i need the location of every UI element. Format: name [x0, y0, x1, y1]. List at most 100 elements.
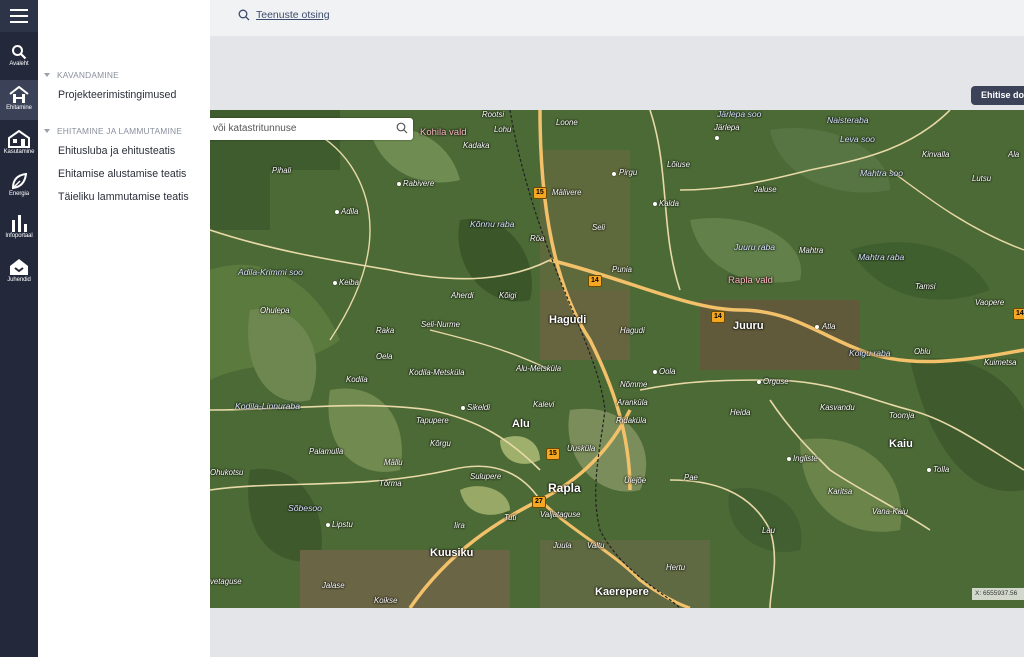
search-icon: [238, 9, 250, 21]
place-label: Nõmme: [620, 380, 648, 389]
place-label: Hertu: [666, 563, 686, 572]
place-label: Atla: [822, 322, 836, 331]
place-label: Palamulla: [309, 447, 344, 456]
village-marker: [653, 202, 657, 206]
link-projekteerimistingimused[interactable]: Projekteerimistingimused: [58, 89, 176, 101]
link-alustamise-teatis[interactable]: Ehitamise alustamise teatis: [58, 168, 186, 180]
rail-item-energia[interactable]: Energia: [0, 166, 38, 206]
caret-down-icon: [44, 129, 50, 133]
link-lammutamise-teatis[interactable]: Täieliku lammutamise teatis: [58, 191, 189, 203]
village-marker: [397, 182, 401, 186]
place-label: Aranküla: [617, 398, 648, 407]
town-label: Kaiu: [889, 438, 913, 450]
search-icon: [12, 45, 27, 60]
ehitise-button[interactable]: Ehitise do: [971, 86, 1024, 105]
place-label: vetaguse: [210, 577, 242, 586]
village-marker: [335, 210, 339, 214]
place-label: Kuimetsa: [984, 358, 1017, 367]
village-marker: [653, 370, 657, 374]
place-label: Lau: [762, 526, 776, 535]
place-label: Ohulepa: [260, 306, 290, 315]
place-label: Kolgu raba: [849, 348, 891, 358]
menu-icon: [10, 9, 28, 23]
village-marker: [333, 281, 337, 285]
caret-down-icon: [44, 73, 50, 77]
section-kavandamine[interactable]: KAVANDAMINE: [44, 70, 119, 80]
road-shield-15: 15: [533, 187, 547, 199]
place-label: Keiba: [339, 278, 359, 287]
service-search-label: Teenuste otsing: [256, 9, 330, 21]
place-label: Kinvalla: [922, 150, 950, 159]
village-marker: [612, 172, 616, 176]
place-label: Tuti: [504, 513, 517, 522]
coordinate-readout: X: 6555937.56: [972, 588, 1024, 600]
place-label: Lutsu: [972, 174, 992, 183]
place-label: Seli-Nurme: [421, 320, 460, 329]
rail-item-infoportaal[interactable]: Infoportaal: [0, 208, 38, 248]
village-marker: [326, 523, 330, 527]
place-label: Toomja: [889, 411, 915, 420]
road-shield-14: 14: [588, 275, 602, 287]
town-label: Hagudi: [549, 314, 587, 326]
cadastral-search-placeholder: või katastritunnuse: [213, 123, 297, 134]
place-label: Kodila: [346, 375, 368, 384]
road-shield-14: 14: [1013, 308, 1024, 320]
place-label: Seli: [592, 223, 606, 232]
map-view[interactable]: või katastritunnuse 15 14 14 14 15 27 Ro…: [210, 110, 1024, 608]
town-label: Kuusiku: [430, 547, 474, 559]
house-use-icon: [8, 130, 30, 148]
place-label: Röa: [530, 234, 545, 243]
place-label: Aherdi: [451, 291, 474, 300]
place-label: Kõnnu raba: [470, 219, 515, 229]
place-label: Hagudi: [620, 326, 645, 335]
hamburger-menu-button[interactable]: [0, 0, 38, 32]
rail-item-juhendid[interactable]: Juhendid: [0, 252, 38, 292]
place-label: Kalevi: [533, 400, 555, 409]
road-shield-27: 27: [532, 496, 546, 508]
place-label: Vana-Kaiu: [872, 507, 909, 516]
place-label: Oola: [659, 367, 676, 376]
place-label: Raka: [376, 326, 395, 335]
town-label: Rapla: [548, 481, 581, 495]
place-label: Adila-Krimmi soo: [238, 267, 303, 277]
place-label: Sulupere: [470, 472, 502, 481]
place-label: Adila: [341, 207, 359, 216]
place-label: Ala: [1008, 150, 1020, 159]
bar-chart-icon: [12, 215, 27, 232]
place-label: Juula: [553, 541, 572, 550]
place-label: Iira: [454, 521, 465, 530]
place-label: Tapupere: [416, 416, 449, 425]
place-label: Lohu: [494, 125, 512, 134]
place-label: Leva soo: [840, 134, 875, 144]
place-label: Karitsa: [828, 487, 853, 496]
rail-item-ehitamine[interactable]: Ehitamine: [0, 80, 38, 120]
rail-item-label: Avaleht: [9, 61, 29, 67]
road-shield-14: 14: [711, 311, 725, 323]
place-label: Pihali: [272, 166, 292, 175]
village-marker: [757, 380, 761, 384]
rail-item-kasutamine[interactable]: Kasutamine: [0, 124, 38, 164]
place-label: Rootsi: [482, 110, 505, 119]
place-label: Pae: [684, 473, 698, 482]
place-label: Rabivere: [403, 179, 435, 188]
rail-item-avaleht[interactable]: Avaleht: [0, 38, 38, 78]
section-ehitamine-ja-lammutamine[interactable]: EHITAMINE JA LAMMUTAMINE: [44, 126, 182, 136]
place-label: Vaopere: [975, 298, 1005, 307]
place-label: Kalda: [659, 199, 679, 208]
place-label: Loone: [556, 118, 578, 127]
rail-item-label: Juhendid: [7, 277, 31, 283]
link-ehitusluba[interactable]: Ehitusluba ja ehitusteatis: [58, 145, 175, 157]
service-search-link[interactable]: Teenuste otsing: [238, 9, 330, 21]
village-marker: [787, 457, 791, 461]
cadastral-search-input[interactable]: või katastritunnuse: [210, 118, 413, 140]
search-icon[interactable]: [396, 122, 408, 134]
place-label: Tolla: [933, 465, 950, 474]
town-label: Juuru: [733, 320, 764, 332]
place-label: Heida: [730, 408, 751, 417]
place-label: Uusküla: [567, 444, 596, 453]
rail-item-label: Energia: [9, 191, 29, 197]
place-label: Ohukotsu: [210, 468, 244, 477]
guide-house-icon: [10, 259, 28, 275]
village-marker: [461, 406, 465, 410]
place-label: Ridaküla: [616, 416, 647, 425]
